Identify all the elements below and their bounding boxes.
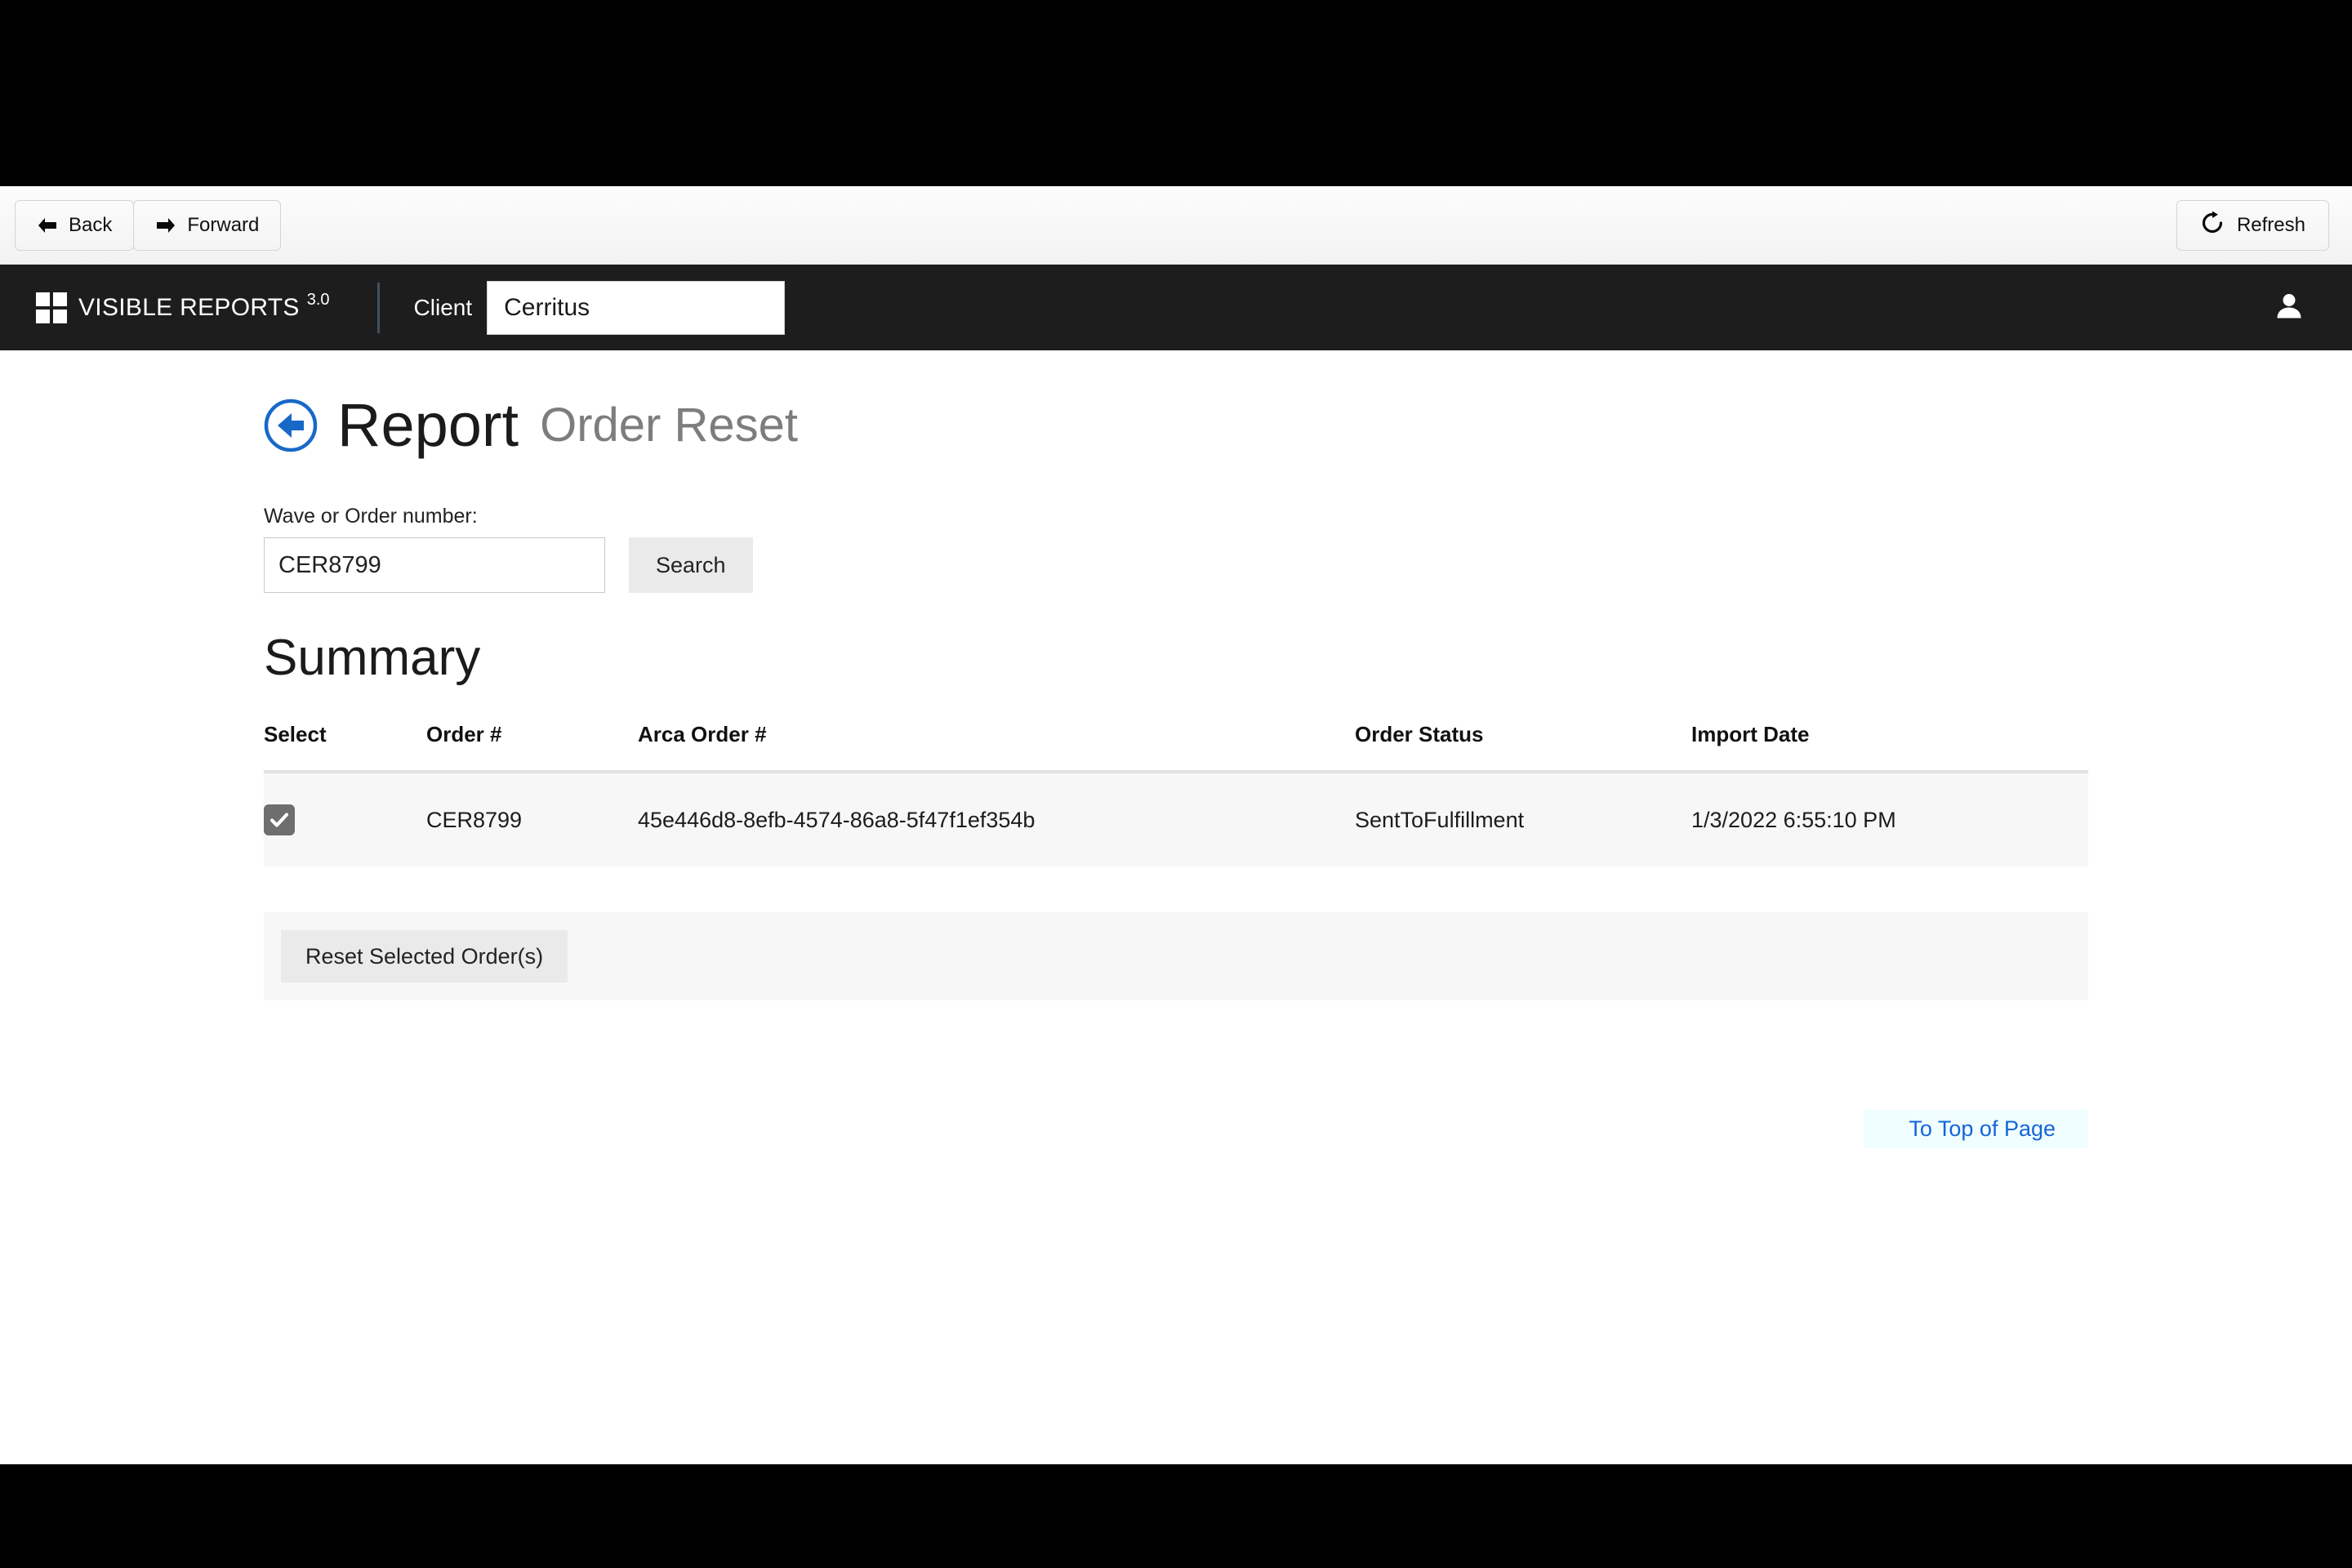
refresh-button-label: Refresh [2236, 214, 2305, 236]
table-body: CER8799 45e446d8-8efb-4574-86a8-5f47f1ef… [264, 772, 2088, 867]
page-body: Report Order Reset Wave or Order number:… [0, 350, 2352, 1464]
table-header-row: Select Order # Arca Order # Order Status… [264, 722, 2088, 774]
summary-table: Select Order # Arca Order # Order Status… [264, 722, 2088, 867]
app-logo-icon [36, 292, 67, 323]
circle-arrow-left-icon[interactable] [264, 399, 318, 452]
app-header: VISIBLE REPORTS 3.0 Client [0, 265, 2352, 350]
table-header: Select Order # Arca Order # Order Status… [264, 722, 2088, 774]
brand[interactable]: VISIBLE REPORTS 3.0 [36, 291, 330, 323]
arrow-left-icon [37, 216, 58, 234]
cell-order-status: SentToFulfillment [1355, 772, 1691, 867]
cell-arca-order: 45e446d8-8efb-4574-86a8-5f47f1ef354b [638, 772, 1355, 867]
browser-toolbar: Back Forward Refresh [0, 186, 2352, 265]
cell-order: CER8799 [426, 772, 638, 867]
brand-name: VISIBLE REPORTS [78, 293, 300, 321]
page-title: Report [337, 391, 519, 459]
forward-button-label: Forward [187, 214, 260, 236]
screenshot-root: Back Forward Refresh VISIBLE REPORTS 3.0… [0, 0, 2352, 1568]
column-header-import-date: Import Date [1691, 722, 2088, 774]
arrow-right-icon [155, 216, 176, 234]
reset-selected-orders-button[interactable]: Reset Selected Order(s) [281, 930, 568, 983]
column-header-select: Select [264, 722, 426, 774]
header-divider [376, 282, 380, 333]
table-row: CER8799 45e446d8-8efb-4574-86a8-5f47f1ef… [264, 772, 2088, 867]
brand-version: 3.0 [306, 291, 330, 309]
column-header-order: Order # [426, 722, 638, 774]
column-header-arca-order: Arca Order # [638, 722, 1355, 774]
page-subtitle: Order Reset [540, 399, 798, 452]
column-header-order-status: Order Status [1355, 722, 1691, 774]
search-input[interactable] [264, 537, 605, 593]
refresh-icon [2200, 211, 2225, 241]
letterbox-top [0, 0, 2352, 186]
client-input[interactable] [487, 280, 786, 335]
page-header: Report Order Reset [264, 395, 2088, 456]
to-top-row: To Top of Page [264, 1110, 2088, 1149]
search-field-label: Wave or Order number: [264, 505, 478, 528]
cell-import-date: 1/3/2022 6:55:10 PM [1691, 772, 2088, 867]
browser-nav-group: Back Forward [15, 200, 282, 251]
cell-select [264, 772, 426, 867]
to-top-of-page-link[interactable]: To Top of Page [1864, 1110, 2088, 1149]
search-row: Search [264, 537, 2088, 593]
summary-heading: Summary [264, 630, 481, 686]
table-action-bar: Reset Selected Order(s) [264, 912, 2088, 1001]
refresh-button[interactable]: Refresh [2176, 200, 2329, 251]
letterbox-bottom [0, 1464, 2352, 1568]
row-select-checkbox[interactable] [264, 804, 295, 836]
client-label: Client [413, 294, 473, 320]
user-account-icon[interactable] [2274, 290, 2305, 325]
search-button[interactable]: Search [629, 537, 753, 593]
back-button[interactable]: Back [15, 200, 135, 251]
forward-button[interactable]: Forward [133, 200, 282, 251]
back-button-label: Back [69, 214, 113, 236]
content-container: Report Order Reset Wave or Order number:… [264, 350, 2088, 1149]
